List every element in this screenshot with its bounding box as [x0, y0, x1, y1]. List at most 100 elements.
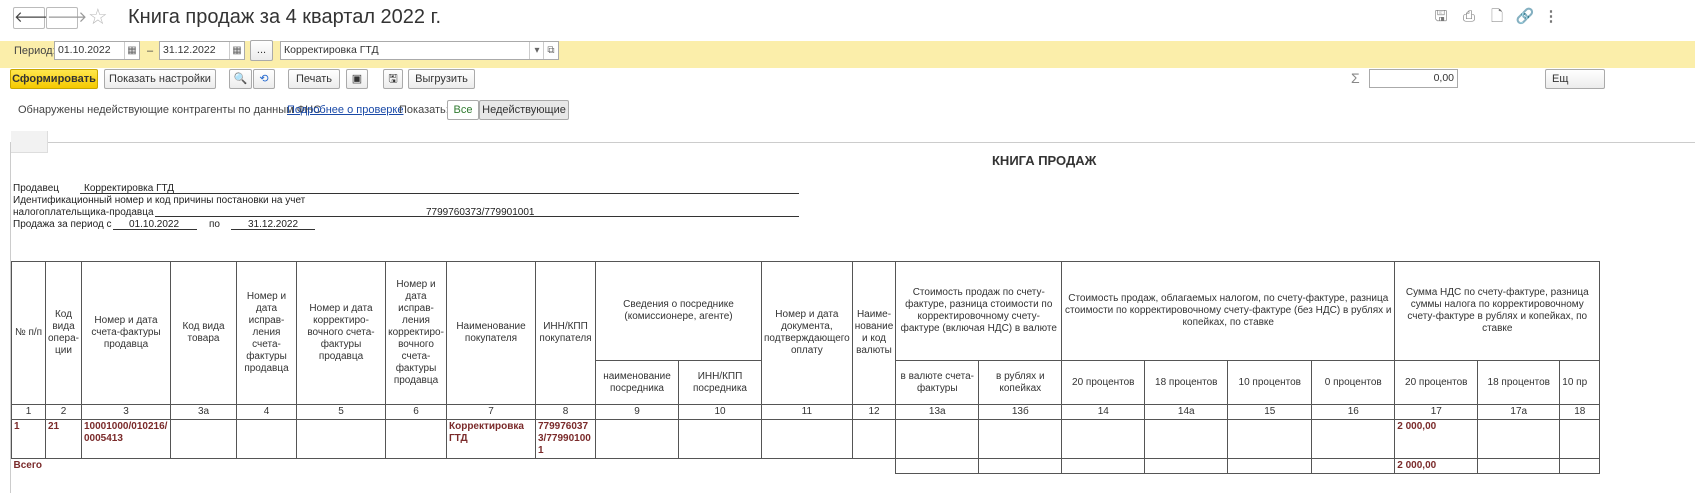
col-header: Код вида товара	[170, 261, 237, 405]
period-from-value: 01.10.2022	[58, 44, 111, 56]
col-number: 17а	[1477, 404, 1561, 420]
row-cell	[895, 419, 980, 459]
total-cell	[1477, 458, 1561, 474]
show-settings-button[interactable]: Показать настройки	[104, 69, 216, 89]
row-cell	[296, 419, 386, 459]
col-header: 0 процентов	[1311, 360, 1396, 405]
col-number: 10	[678, 404, 762, 420]
row-cell	[385, 419, 447, 459]
total-label: Всего	[11, 458, 897, 474]
preview-button-icon[interactable]: ▣	[346, 69, 368, 89]
row-cell	[236, 419, 297, 459]
total-cell	[1061, 458, 1146, 474]
total-cell	[1227, 458, 1313, 474]
col-header: в валюте счета-фактуры	[895, 360, 980, 405]
col-header: 10 пр	[1559, 360, 1601, 405]
fns-details-link[interactable]: Подробнее о проверке	[287, 104, 403, 116]
total-cell	[978, 458, 1063, 474]
table-row[interactable]: 1 21 10001000/010216/0005413 Корректиров…	[11, 419, 1601, 459]
period-select-button[interactable]: ...	[250, 40, 273, 61]
more-button[interactable]: Ещ	[1545, 69, 1605, 89]
print-icon[interactable]: ⎙	[1459, 8, 1479, 26]
col-header: ИНН/КПП покупателя	[535, 261, 596, 405]
col-number: 11	[761, 404, 853, 420]
col-header: Номер и дата исправ-ления корректиро-воч…	[385, 261, 447, 405]
col-number: 14а	[1144, 404, 1229, 420]
period-to-value: 31.12.2022	[163, 44, 216, 56]
period-from-field[interactable]: 01.10.2022 ▦	[54, 41, 140, 60]
col-header: Номер и дата документа, подтверждающего …	[761, 261, 853, 405]
col-number: 17	[1394, 404, 1479, 420]
row-invoice[interactable]: 10001000/010216/0005413	[81, 419, 171, 459]
fns-show-label: Показать:	[399, 104, 449, 116]
preview-icon[interactable]: 🗋	[1487, 8, 1507, 26]
col-number: 3а	[170, 404, 237, 420]
row-buyer[interactable]: Корректировка ГТД	[446, 419, 536, 459]
row-number[interactable]: 1	[11, 419, 46, 459]
col-number: 9	[595, 404, 679, 420]
refresh-search-icon[interactable]: ⟲	[253, 69, 275, 89]
col-number: 1	[11, 404, 46, 420]
row-cell	[1311, 419, 1396, 459]
forward-button[interactable]: 🡒	[46, 7, 87, 29]
open-icon[interactable]: ⧉	[543, 42, 558, 59]
more-menu-icon[interactable]: ⋮	[1541, 8, 1561, 26]
col-header: № п/п	[11, 261, 46, 405]
col-number: 14	[1061, 404, 1146, 420]
col-number: 18	[1559, 404, 1601, 420]
col-number: 8	[535, 404, 596, 420]
col-header: Наименование покупателя	[446, 261, 536, 405]
period-label: Период:	[14, 45, 56, 57]
total-row: Всего 2 000,00	[11, 458, 1601, 474]
row-cell	[1559, 419, 1601, 459]
col-number: 2	[45, 404, 82, 420]
favorite-star-icon[interactable]: ☆	[88, 4, 108, 30]
col-header: Номер и дата исправ-ления счета-фактуры …	[236, 261, 297, 405]
col-header: Сведения о посреднике (комиссионере, аге…	[595, 261, 762, 361]
inn-underline	[155, 216, 799, 217]
sum-field: 0,00	[1369, 69, 1458, 88]
dropdown-arrow-icon[interactable]: ▾	[529, 42, 544, 59]
total-cell	[895, 458, 980, 474]
filter-all-button[interactable]: Все	[447, 100, 479, 120]
row-cell	[1227, 419, 1313, 459]
export-button[interactable]: Выгрузить	[408, 69, 475, 89]
total-vat-20: 2 000,00	[1394, 458, 1479, 474]
col-header: 20 процентов	[1394, 360, 1479, 405]
col-header: в рублях и копейках	[978, 360, 1063, 405]
period-from-underline	[113, 229, 197, 230]
col-header: Номер и дата корректиро-вочного счета-фа…	[296, 261, 386, 405]
period-text-to-label: по	[209, 219, 220, 230]
row-op-code[interactable]: 21	[45, 419, 82, 459]
period-to-field[interactable]: 31.12.2022 ▦	[159, 41, 245, 60]
inn-label-1: Идентификационный номер и код причины по…	[13, 195, 306, 206]
search-icon[interactable]: 🔍	[229, 69, 252, 89]
sheet-corner	[11, 131, 48, 153]
col-number: 4	[236, 404, 297, 420]
col-header: Стоимость продаж по счету-фактуре, разни…	[895, 261, 1063, 361]
period-dash: –	[147, 45, 154, 57]
save-icon[interactable]: 🖫	[1431, 8, 1451, 26]
col-number: 7	[446, 404, 536, 420]
filter-inactive-button[interactable]: Недействующие	[479, 100, 569, 120]
print-button[interactable]: Печать	[288, 69, 340, 89]
row-cell	[678, 419, 762, 459]
inn-label-2: налогоплательщика-продавца	[13, 207, 154, 218]
period-to-underline	[231, 229, 315, 230]
back-button[interactable]: 🡐	[13, 7, 54, 29]
organization-field[interactable]: Корректировка ГТД ▾ ⧉	[280, 41, 559, 60]
report-title: КНИГА ПРОДАЖ	[992, 153, 1097, 168]
generate-button[interactable]: Сформировать	[10, 69, 98, 89]
col-number: 16	[1311, 404, 1396, 420]
row-buyer-inn[interactable]: 7799760373/779901001	[535, 419, 596, 459]
save-button-icon[interactable]: 🖫	[383, 69, 403, 89]
link-icon[interactable]: 🔗	[1515, 8, 1535, 26]
row-vat-20[interactable]: 2 000,00	[1394, 419, 1479, 459]
calendar-icon[interactable]: ▦	[229, 42, 244, 59]
row-cell	[170, 419, 237, 459]
calendar-icon[interactable]: ▦	[124, 42, 139, 59]
col-header: Номер и дата счета-фактуры продавца	[81, 261, 171, 405]
col-header: 18 процентов	[1144, 360, 1229, 405]
col-header: 18 процентов	[1477, 360, 1561, 405]
sales-book-table: № п/п Код вида опера-ции Номер и дата сч…	[11, 261, 1601, 474]
